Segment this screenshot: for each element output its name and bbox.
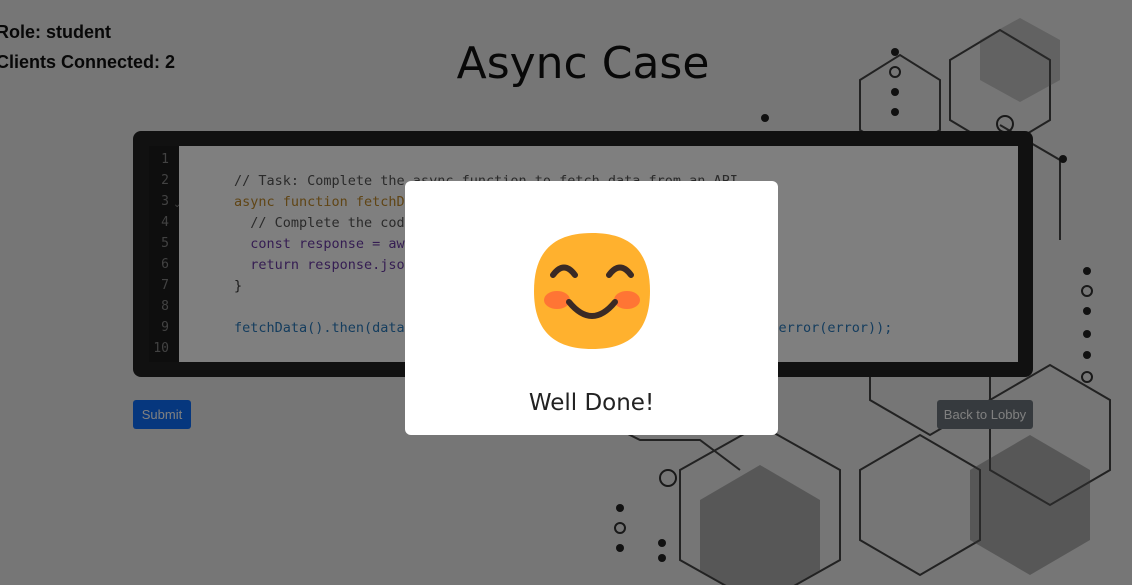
modal-message: Well Done! [528,390,655,416]
smiling-face-icon [534,233,650,349]
success-modal: Well Done! [405,181,778,435]
